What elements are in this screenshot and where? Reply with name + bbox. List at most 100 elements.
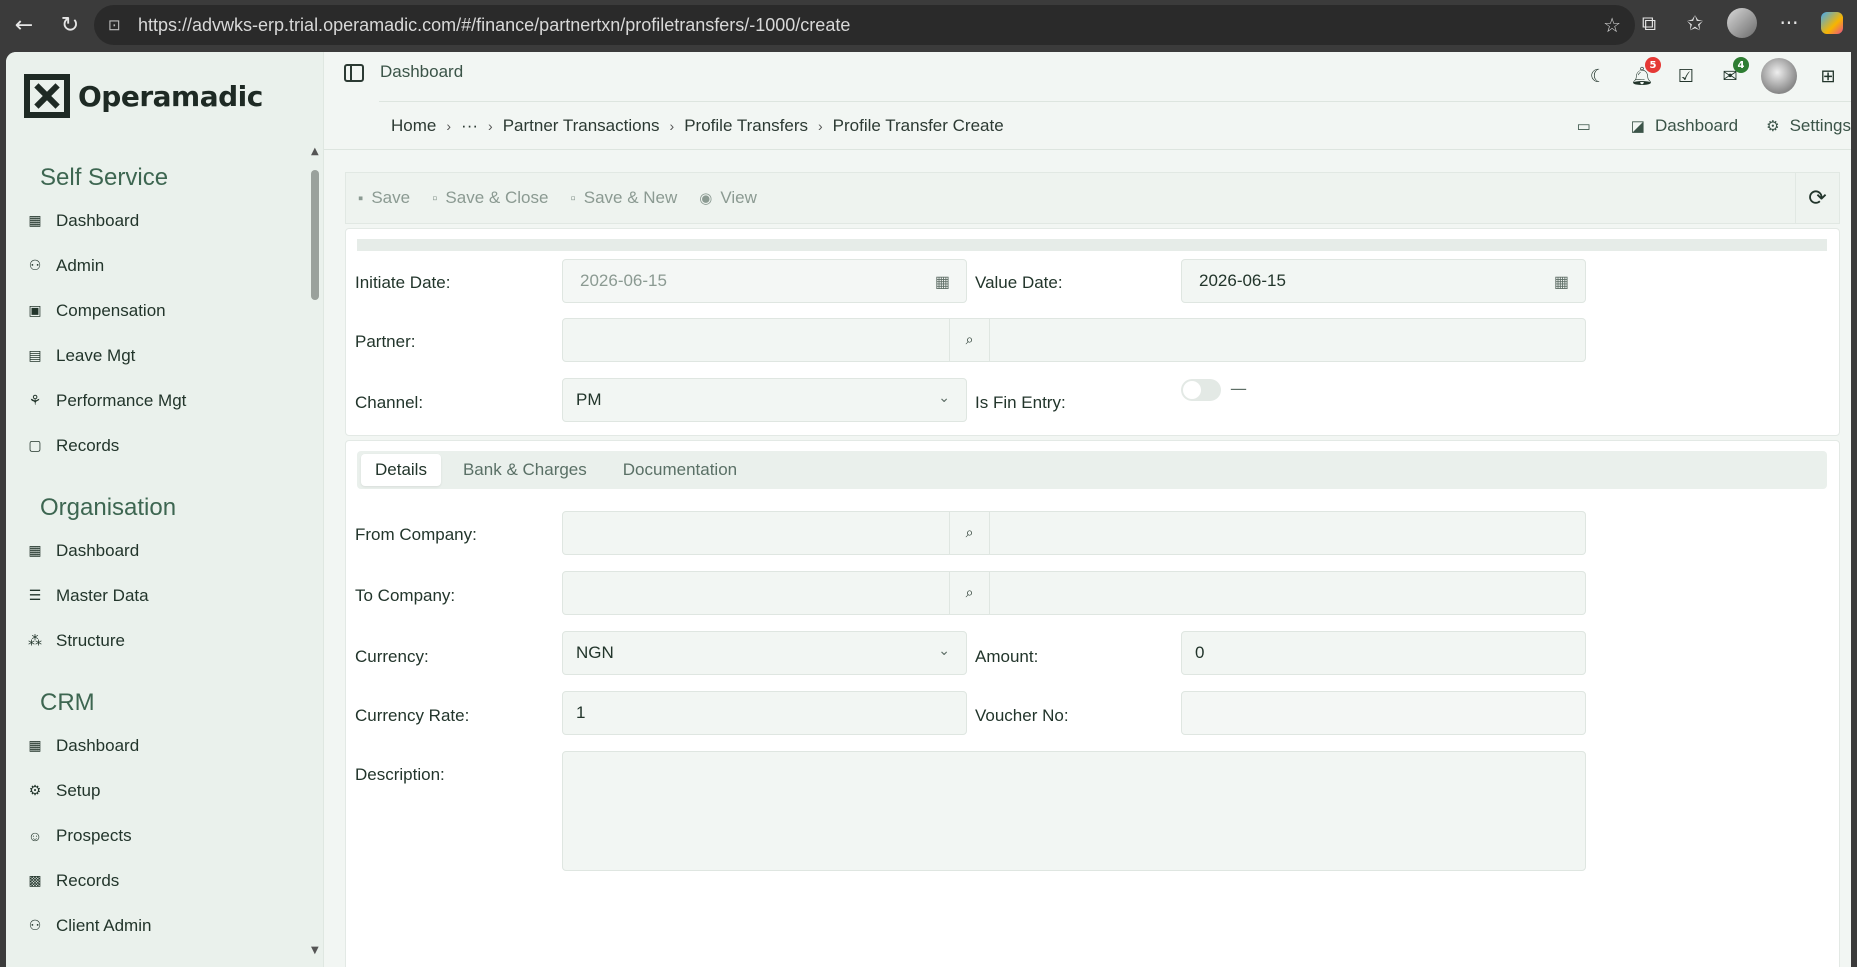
gears-icon: ⚙ xyxy=(28,782,42,798)
extensions-icon[interactable]: ⧉ xyxy=(1635,11,1663,35)
user-avatar[interactable] xyxy=(1761,58,1797,94)
sidebar-item-crm-dashboard[interactable]: ▦ Dashboard xyxy=(6,723,306,768)
breadcrumb: Home › ··· › Partner Transactions › Prof… xyxy=(391,116,1004,136)
to-company-label: To Company: xyxy=(355,586,456,605)
currency-label: Currency: xyxy=(355,647,429,666)
details-card: Details Bank & Charges Documentation Fro… xyxy=(345,440,1840,967)
header-divider xyxy=(324,149,1851,150)
is-fin-entry-toggle[interactable] xyxy=(1181,379,1221,401)
favorites-icon[interactable]: ✩ xyxy=(1681,11,1709,35)
refresh-icon[interactable]: ⟳ xyxy=(1795,173,1839,223)
breadcrumb-partner-transactions[interactable]: Partner Transactions xyxy=(503,116,660,136)
reload-icon[interactable]: ↻ xyxy=(56,11,84,39)
voucher-no-label: Voucher No: xyxy=(975,706,1069,725)
favorite-star-icon[interactable]: ☆ xyxy=(1603,13,1621,38)
sidebar-toggle-icon[interactable] xyxy=(344,64,364,82)
apps-grid-icon[interactable]: ⊞ xyxy=(1815,63,1841,89)
sidebar-item-org-structure[interactable]: ⁂ Structure xyxy=(6,618,306,663)
floppy-icon: ▪ xyxy=(358,189,364,207)
sidebar-item-org-dashboard[interactable]: ▦ Dashboard xyxy=(6,528,306,573)
tab-bank-charges[interactable]: Bank & Charges xyxy=(449,454,601,486)
app-window: Operamadic Self Service ▦ Dashboard ⚇ Admi… xyxy=(6,52,1851,967)
chevron-down-icon: ⌄ xyxy=(938,389,950,405)
topbar-divider xyxy=(379,101,1851,102)
from-company-code-input[interactable] xyxy=(562,511,950,555)
scroll-down-icon[interactable]: ▼ xyxy=(311,945,319,956)
sidebar-item-crm-client-admin[interactable]: ⚇ Client Admin xyxy=(6,903,306,948)
partner-code-input[interactable] xyxy=(562,318,950,362)
search-icon[interactable]: ⌕ xyxy=(950,318,990,362)
view-button[interactable]: ◉ View xyxy=(699,188,757,208)
save-close-button[interactable]: ▫ Save & Close xyxy=(432,188,548,208)
notifications-bell-icon[interactable]: 🔔︎ 5 xyxy=(1629,57,1661,89)
currency-select[interactable]: NGN ⌄ xyxy=(562,631,967,675)
calendar-icon[interactable]: ▦ xyxy=(1554,272,1569,292)
mail-envelope-icon[interactable]: ✉ 4 xyxy=(1717,57,1749,89)
save-new-button[interactable]: ▫ Save & New xyxy=(570,188,677,208)
initiate-date-input: 2026-06-15 ▦ xyxy=(562,259,967,303)
brand-logo[interactable]: Operamadic xyxy=(24,74,263,118)
scroll-thumb[interactable] xyxy=(311,170,319,300)
sidebar-item-ss-compensation[interactable]: ▣ Compensation xyxy=(6,288,306,333)
top-bar: Dashboard ☾ 🔔︎ 5 ☑ ✉ 4 ⊞ xyxy=(324,52,1851,102)
tab-details[interactable]: Details xyxy=(361,454,441,486)
browser-profile-avatar[interactable] xyxy=(1727,8,1757,38)
dashboard-icon: ▦ xyxy=(28,737,42,753)
sidebar-item-ss-dashboard[interactable]: ▦ Dashboard xyxy=(6,198,306,243)
performance-icon: ⚘ xyxy=(28,392,42,408)
address-bar[interactable]: ⊡ https://advwks-erp.trial.operamadic.co… xyxy=(94,5,1635,45)
brand-name: Operamadic xyxy=(78,79,263,113)
channel-label: Channel: xyxy=(355,393,424,412)
sidebar-item-crm-prospects[interactable]: ☺ Prospects xyxy=(6,813,306,858)
description-textarea[interactable] xyxy=(562,751,1586,871)
eye-icon: ◉ xyxy=(699,190,713,207)
voucher-no-input[interactable] xyxy=(1181,691,1586,735)
dark-mode-moon-icon[interactable]: ☾ xyxy=(1585,63,1611,89)
tasks-checklist-icon[interactable]: ☑ xyxy=(1673,63,1699,89)
channel-select[interactable]: PM ⌄ xyxy=(562,378,967,422)
dashboard-icon: ▦ xyxy=(28,212,42,228)
sidebar-item-crm-records[interactable]: ▩ Records xyxy=(6,858,306,903)
breadcrumb-profile-transfers[interactable]: Profile Transfers xyxy=(684,116,808,136)
sidebar-scrollbar[interactable]: ▲ ▼ xyxy=(308,142,322,962)
calendar-icon: ▦ xyxy=(934,274,950,291)
from-company-label: From Company: xyxy=(355,525,477,544)
browser-menu-icon[interactable]: ··· xyxy=(1775,11,1803,35)
sidebar-item-ss-performance[interactable]: ⚘ Performance Mgt xyxy=(6,378,306,423)
user-plus-icon: ☺ xyxy=(27,827,43,844)
breadcrumb-home[interactable]: Home xyxy=(391,116,436,136)
scroll-up-icon[interactable]: ▲ xyxy=(311,146,319,157)
chevron-right-icon: › xyxy=(817,118,823,134)
save-button[interactable]: ▪ Save xyxy=(358,188,410,208)
tab-documentation[interactable]: Documentation xyxy=(609,454,751,486)
breadcrumb-ellipsis[interactable]: ··· xyxy=(461,116,478,136)
dashboard-link[interactable]: Dashboard xyxy=(1655,116,1738,136)
comment-icon[interactable]: ▭ xyxy=(1577,117,1591,135)
partner-label: Partner: xyxy=(355,332,416,351)
sidebar-item-org-master-data[interactable]: ☰ Master Data xyxy=(6,573,306,618)
main-content: Dashboard ☾ 🔔︎ 5 ☑ ✉ 4 ⊞ Home › ··· › Part… xyxy=(324,52,1851,967)
site-info-icon[interactable]: ⊡ xyxy=(108,16,130,34)
form-toolbar: ▪ Save ▫ Save & Close ▫ Save & New ◉ View ⟳ xyxy=(345,172,1840,224)
search-icon[interactable]: ⌕ xyxy=(950,511,990,555)
sidebar-item-ss-admin[interactable]: ⚇ Admin xyxy=(6,243,306,288)
search-icon[interactable]: ⌕ xyxy=(950,571,990,615)
currency-rate-input[interactable]: 1 xyxy=(562,691,967,735)
address-book-icon: ▩ xyxy=(28,872,42,888)
value-date-input[interactable]: 2026-06-15 ▦ xyxy=(1181,259,1586,303)
sidebar-item-crm-setup[interactable]: ⚙ Setup xyxy=(6,768,306,813)
settings-link[interactable]: Settings xyxy=(1790,116,1851,136)
breadcrumb-current: Profile Transfer Create xyxy=(832,116,1004,135)
page-title: Dashboard xyxy=(380,62,464,81)
sidebar-item-ss-records[interactable]: ▢ Records xyxy=(6,423,306,468)
description-label: Description: xyxy=(355,765,445,784)
breadcrumb-actions: ▭ ◪ Dashboard ⚙ Settings xyxy=(1559,116,1851,136)
copilot-icon[interactable] xyxy=(1821,12,1843,34)
to-company-code-input[interactable] xyxy=(562,571,950,615)
back-icon[interactable]: ← xyxy=(10,11,38,39)
section-title-self-service: Self Service xyxy=(40,164,169,191)
amount-input[interactable]: 0 xyxy=(1181,631,1586,675)
sidebar-item-ss-leave[interactable]: ▤ Leave Mgt xyxy=(6,333,306,378)
section-title-crm: CRM xyxy=(40,689,95,716)
user-cog-icon: ⚇ xyxy=(28,917,42,933)
